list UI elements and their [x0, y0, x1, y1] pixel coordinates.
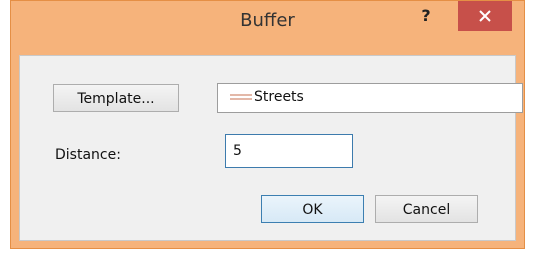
distance-label: Distance: [55, 147, 121, 163]
window-title: Buffer [240, 10, 295, 31]
close-icon [479, 10, 491, 22]
buffer-dialog-window: Buffer ? Template... Streets Distance: O… [10, 0, 525, 249]
cancel-button[interactable]: Cancel [375, 195, 478, 223]
distance-input[interactable] [225, 134, 353, 168]
dialog-content: Template... Streets Distance: OK Cancel [19, 55, 523, 241]
ok-button[interactable]: OK [261, 195, 364, 223]
help-button[interactable]: ? [411, 3, 441, 29]
line-style-icon [230, 94, 252, 101]
template-value: Streets [254, 89, 304, 105]
template-button[interactable]: Template... [53, 84, 179, 112]
title-bar[interactable]: Buffer ? [11, 1, 524, 41]
template-field[interactable]: Streets [217, 83, 523, 113]
close-button[interactable] [458, 1, 512, 31]
